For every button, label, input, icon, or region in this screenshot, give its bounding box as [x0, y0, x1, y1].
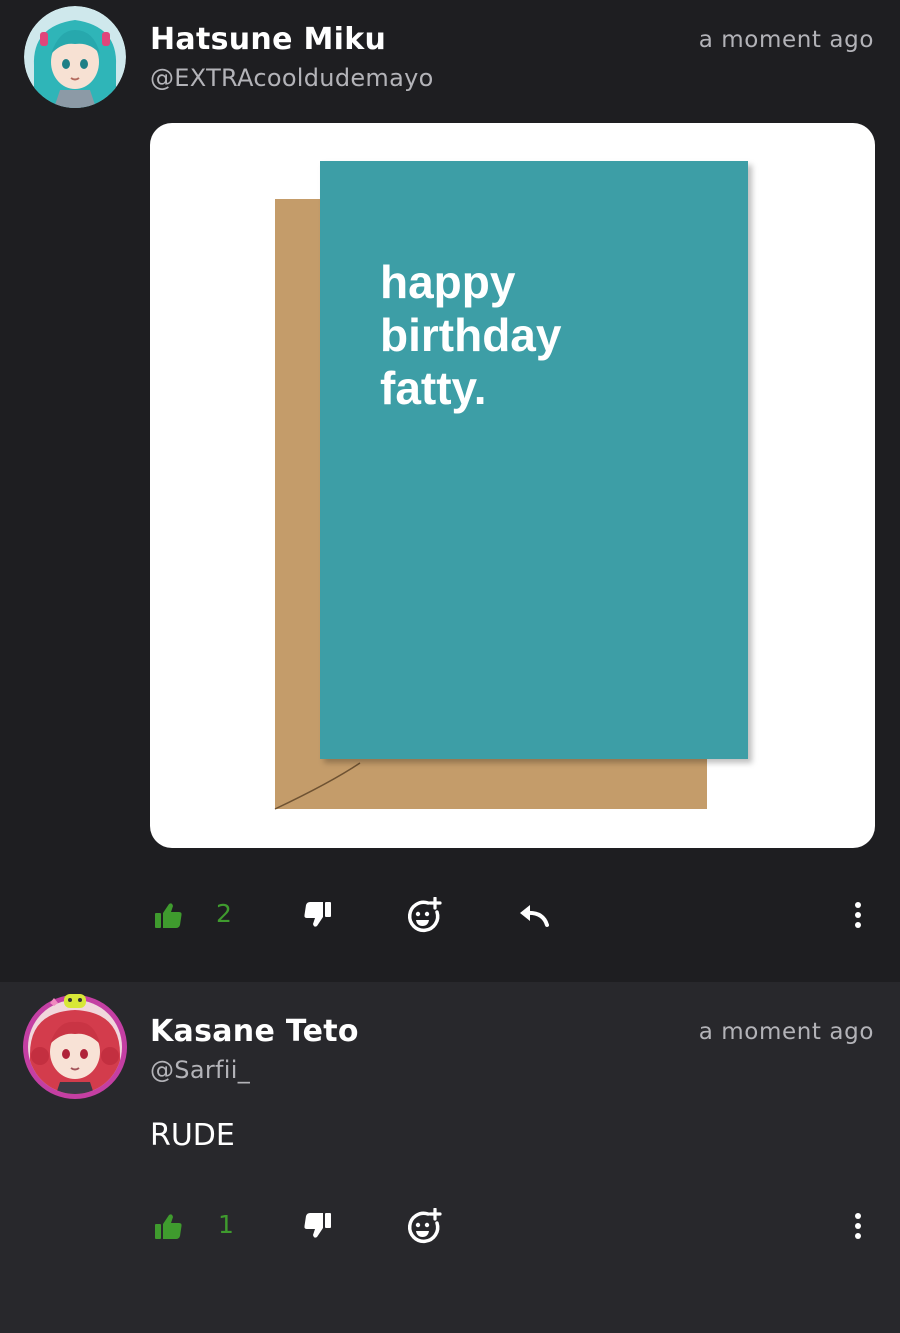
post-actions: 1: [0, 1196, 900, 1256]
teal-hair-anime-avatar-icon: [24, 6, 126, 108]
author-handle[interactable]: @Sarfii_: [150, 1056, 250, 1084]
birthday-card-image: happy birthday fatty.: [274, 161, 748, 810]
post-text: RUDE: [150, 1118, 235, 1153]
red-hair-anime-avatar-icon: [23, 994, 127, 1099]
add-reaction-button[interactable]: [402, 885, 446, 945]
reply-button[interactable]: [512, 885, 556, 945]
more-vertical-icon: [855, 1213, 861, 1239]
reply-arrow-icon: [520, 905, 549, 927]
dislike-button[interactable]: [298, 1196, 338, 1256]
add-reaction-icon: [408, 1208, 442, 1243]
more-options-button[interactable]: [842, 885, 874, 945]
post: Hatsune Miku @EXTRAcooldudemayo a moment…: [0, 0, 900, 982]
timestamp: a moment ago: [698, 1019, 874, 1045]
card-text-line: happy: [380, 256, 516, 308]
thumbs-down-icon: [304, 902, 331, 927]
author-name[interactable]: Hatsune Miku: [150, 22, 386, 57]
like-count: 2: [216, 899, 232, 928]
card-text-line: birthday: [380, 309, 562, 361]
thumbs-down-icon: [304, 1213, 331, 1238]
avatar[interactable]: [24, 6, 126, 108]
more-options-button[interactable]: [842, 1196, 874, 1256]
post-image[interactable]: happy birthday fatty.: [150, 123, 875, 848]
like-count: 1: [218, 1210, 234, 1239]
like-button[interactable]: [148, 1196, 188, 1256]
post-actions: 2: [0, 885, 900, 945]
thumbs-up-icon: [155, 1214, 182, 1239]
more-vertical-icon: [855, 902, 861, 928]
author-name[interactable]: Kasane Teto: [150, 1014, 359, 1049]
add-reaction-icon: [408, 897, 442, 932]
like-button[interactable]: [148, 885, 188, 945]
timestamp: a moment ago: [698, 27, 874, 53]
author-handle[interactable]: @EXTRAcooldudemayo: [150, 64, 434, 92]
avatar[interactable]: [22, 994, 128, 1100]
card: [320, 161, 748, 759]
thumbs-up-icon: [155, 903, 182, 928]
card-text-line: fatty.: [380, 362, 487, 414]
dislike-button[interactable]: [298, 885, 338, 945]
add-reaction-button[interactable]: [402, 1196, 446, 1256]
reply-post: Kasane Teto @Sarfii_ a moment ago RUDE 1: [0, 982, 900, 1333]
